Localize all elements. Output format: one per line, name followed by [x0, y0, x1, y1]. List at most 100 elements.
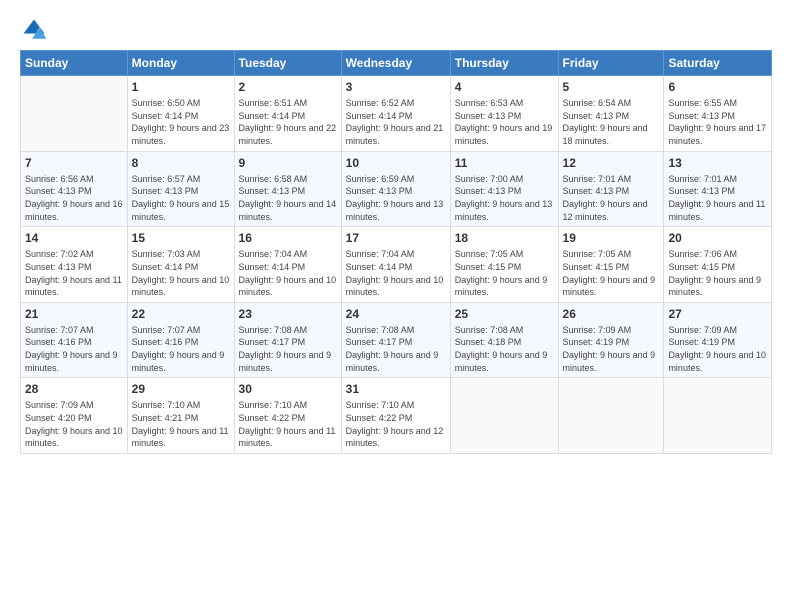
page: SundayMondayTuesdayWednesdayThursdayFrid… — [0, 0, 792, 612]
day-number: 5 — [563, 79, 660, 95]
day-number: 11 — [455, 155, 554, 171]
calendar-cell: 19 Sunrise: 7:05 AMSunset: 4:15 PMDayligh… — [558, 227, 664, 303]
calendar-cell: 14 Sunrise: 7:02 AMSunset: 4:13 PMDayligh… — [21, 227, 128, 303]
weekday-header-friday: Friday — [558, 51, 664, 76]
day-number: 25 — [455, 306, 554, 322]
day-number: 30 — [239, 381, 337, 397]
day-info: Sunrise: 7:09 AMSunset: 4:20 PMDaylight:… — [25, 399, 123, 449]
header — [20, 16, 772, 44]
calendar-cell: 24 Sunrise: 7:08 AMSunset: 4:17 PMDayligh… — [341, 302, 450, 378]
day-info: Sunrise: 7:04 AMSunset: 4:14 PMDaylight:… — [346, 248, 446, 298]
day-number: 16 — [239, 230, 337, 246]
calendar-cell: 22 Sunrise: 7:07 AMSunset: 4:16 PMDayligh… — [127, 302, 234, 378]
calendar-cell: 15 Sunrise: 7:03 AMSunset: 4:14 PMDayligh… — [127, 227, 234, 303]
day-number: 10 — [346, 155, 446, 171]
day-info: Sunrise: 6:51 AMSunset: 4:14 PMDaylight:… — [239, 97, 337, 147]
day-info: Sunrise: 7:01 AMSunset: 4:13 PMDaylight:… — [668, 173, 767, 223]
weekday-header-thursday: Thursday — [450, 51, 558, 76]
calendar-cell: 10 Sunrise: 6:59 AMSunset: 4:13 PMDayligh… — [341, 151, 450, 227]
calendar-cell: 30 Sunrise: 7:10 AMSunset: 4:22 PMDayligh… — [234, 378, 341, 454]
day-number: 3 — [346, 79, 446, 95]
day-number: 19 — [563, 230, 660, 246]
calendar-cell: 8 Sunrise: 6:57 AMSunset: 4:13 PMDaylight… — [127, 151, 234, 227]
day-number: 29 — [132, 381, 230, 397]
calendar-cell — [664, 378, 772, 454]
calendar-cell: 13 Sunrise: 7:01 AMSunset: 4:13 PMDayligh… — [664, 151, 772, 227]
calendar-cell: 26 Sunrise: 7:09 AMSunset: 4:19 PMDayligh… — [558, 302, 664, 378]
day-number: 8 — [132, 155, 230, 171]
day-number: 4 — [455, 79, 554, 95]
day-number: 28 — [25, 381, 123, 397]
day-number: 24 — [346, 306, 446, 322]
day-number: 14 — [25, 230, 123, 246]
calendar-cell: 28 Sunrise: 7:09 AMSunset: 4:20 PMDayligh… — [21, 378, 128, 454]
day-info: Sunrise: 7:10 AMSunset: 4:22 PMDaylight:… — [346, 399, 446, 449]
day-info: Sunrise: 7:08 AMSunset: 4:17 PMDaylight:… — [346, 324, 446, 374]
day-info: Sunrise: 6:55 AMSunset: 4:13 PMDaylight:… — [668, 97, 767, 147]
calendar-cell: 6 Sunrise: 6:55 AMSunset: 4:13 PMDaylight… — [664, 76, 772, 152]
day-number: 27 — [668, 306, 767, 322]
day-number: 6 — [668, 79, 767, 95]
day-info: Sunrise: 7:10 AMSunset: 4:21 PMDaylight:… — [132, 399, 230, 449]
calendar-week-row: 7 Sunrise: 6:56 AMSunset: 4:13 PMDaylight… — [21, 151, 772, 227]
day-info: Sunrise: 7:07 AMSunset: 4:16 PMDaylight:… — [132, 324, 230, 374]
day-info: Sunrise: 7:05 AMSunset: 4:15 PMDaylight:… — [455, 248, 554, 298]
day-number: 1 — [132, 79, 230, 95]
calendar-cell: 11 Sunrise: 7:00 AMSunset: 4:13 PMDayligh… — [450, 151, 558, 227]
calendar-cell: 5 Sunrise: 6:54 AMSunset: 4:13 PMDaylight… — [558, 76, 664, 152]
logo — [20, 16, 52, 44]
day-number: 26 — [563, 306, 660, 322]
day-info: Sunrise: 7:03 AMSunset: 4:14 PMDaylight:… — [132, 248, 230, 298]
day-info: Sunrise: 7:00 AMSunset: 4:13 PMDaylight:… — [455, 173, 554, 223]
calendar-cell: 23Sunrise: 7:08 AMSunset: 4:17 PMDayligh… — [234, 302, 341, 378]
calendar-cell — [558, 378, 664, 454]
day-number: 22 — [132, 306, 230, 322]
day-info: Sunrise: 7:05 AMSunset: 4:15 PMDaylight:… — [563, 248, 660, 298]
calendar-week-row: 14 Sunrise: 7:02 AMSunset: 4:13 PMDayligh… — [21, 227, 772, 303]
day-number: 23 — [239, 306, 337, 322]
day-info: Sunrise: 7:10 AMSunset: 4:22 PMDaylight:… — [239, 399, 337, 449]
day-info: Sunrise: 7:08 AMSunset: 4:18 PMDaylight:… — [455, 324, 554, 374]
day-info: Sunrise: 6:52 AMSunset: 4:14 PMDaylight:… — [346, 97, 446, 147]
day-info: Sunrise: 7:01 AMSunset: 4:13 PMDaylight:… — [563, 173, 660, 223]
day-number: 2 — [239, 79, 337, 95]
day-info: Sunrise: 7:02 AMSunset: 4:13 PMDaylight:… — [25, 248, 123, 298]
day-info: Sunrise: 6:53 AMSunset: 4:13 PMDaylight:… — [455, 97, 554, 147]
calendar-cell: 3 Sunrise: 6:52 AMSunset: 4:14 PMDaylight… — [341, 76, 450, 152]
day-info: Sunrise: 7:09 AMSunset: 4:19 PMDaylight:… — [668, 324, 767, 374]
day-info: Sunrise: 6:59 AMSunset: 4:13 PMDaylight:… — [346, 173, 446, 223]
weekday-header-monday: Monday — [127, 51, 234, 76]
calendar-cell: 17Sunrise: 7:04 AMSunset: 4:14 PMDayligh… — [341, 227, 450, 303]
calendar-header-row: SundayMondayTuesdayWednesdayThursdayFrid… — [21, 51, 772, 76]
day-number: 18 — [455, 230, 554, 246]
day-info: Sunrise: 6:57 AMSunset: 4:13 PMDaylight:… — [132, 173, 230, 223]
calendar-cell — [450, 378, 558, 454]
calendar-cell: 21Sunrise: 7:07 AMSunset: 4:16 PMDayligh… — [21, 302, 128, 378]
calendar-cell: 12 Sunrise: 7:01 AMSunset: 4:13 PMDayligh… — [558, 151, 664, 227]
day-info: Sunrise: 6:58 AMSunset: 4:13 PMDaylight:… — [239, 173, 337, 223]
day-info: Sunrise: 6:54 AMSunset: 4:13 PMDaylight:… — [563, 97, 660, 147]
calendar-week-row: 28 Sunrise: 7:09 AMSunset: 4:20 PMDayligh… — [21, 378, 772, 454]
day-number: 21 — [25, 306, 123, 322]
day-number: 15 — [132, 230, 230, 246]
calendar-cell: 9Sunrise: 6:58 AMSunset: 4:13 PMDaylight… — [234, 151, 341, 227]
calendar-cell: 20 Sunrise: 7:06 AMSunset: 4:15 PMDayligh… — [664, 227, 772, 303]
day-number: 20 — [668, 230, 767, 246]
weekday-header-tuesday: Tuesday — [234, 51, 341, 76]
calendar-cell: 1 Sunrise: 6:50 AMSunset: 4:14 PMDaylight… — [127, 76, 234, 152]
calendar-cell: 27 Sunrise: 7:09 AMSunset: 4:19 PMDayligh… — [664, 302, 772, 378]
calendar-cell: 7 Sunrise: 6:56 AMSunset: 4:13 PMDaylight… — [21, 151, 128, 227]
day-info: Sunrise: 7:09 AMSunset: 4:19 PMDaylight:… — [563, 324, 660, 374]
calendar-cell — [21, 76, 128, 152]
day-info: Sunrise: 6:56 AMSunset: 4:13 PMDaylight:… — [25, 173, 123, 223]
day-info: Sunrise: 6:50 AMSunset: 4:14 PMDaylight:… — [132, 97, 230, 147]
calendar: SundayMondayTuesdayWednesdayThursdayFrid… — [20, 50, 772, 454]
weekday-header-wednesday: Wednesday — [341, 51, 450, 76]
day-number: 13 — [668, 155, 767, 171]
day-info: Sunrise: 7:06 AMSunset: 4:15 PMDaylight:… — [668, 248, 767, 298]
logo-icon — [20, 16, 48, 44]
day-number: 7 — [25, 155, 123, 171]
day-number: 12 — [563, 155, 660, 171]
calendar-cell: 4 Sunrise: 6:53 AMSunset: 4:13 PMDaylight… — [450, 76, 558, 152]
weekday-header-sunday: Sunday — [21, 51, 128, 76]
